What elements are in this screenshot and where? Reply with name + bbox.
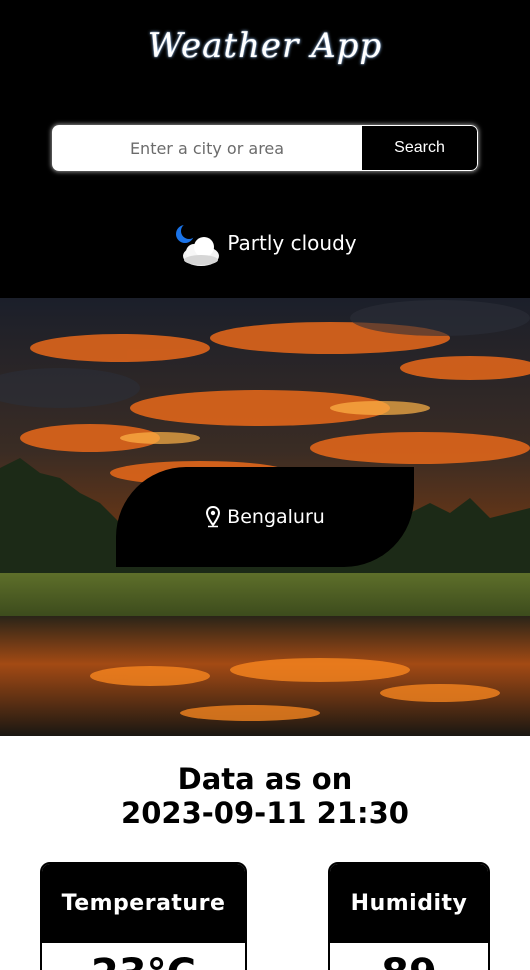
current-condition: Partly cloudy [0,222,530,268]
data-timestamp: Data as on 2023-09-11 21:30 [0,762,530,830]
condition-text: Partly cloudy [227,231,357,255]
search-input[interactable] [52,125,362,171]
humidity-card: Humidity 89 [328,862,490,970]
header: Weather App Search Partly cloudy [0,0,530,298]
temperature-label: Temperature [42,864,245,943]
app-title: Weather App [147,26,383,66]
temperature-card: Temperature 23°C [40,862,247,970]
data-as-on-label: Data as on [177,762,353,796]
search-bar: Search [52,125,478,171]
data-as-on-time: 2023-09-11 21:30 [121,796,409,830]
search-button[interactable]: Search [362,125,478,171]
humidity-label: Humidity [330,864,488,943]
location-badge: Bengaluru [116,467,414,567]
temperature-value: 23°C [42,943,245,970]
location-name: Bengaluru [227,506,325,528]
humidity-value: 89 [330,943,488,970]
map-pin-icon [206,506,221,528]
moon-cloud-icon [176,223,220,266]
